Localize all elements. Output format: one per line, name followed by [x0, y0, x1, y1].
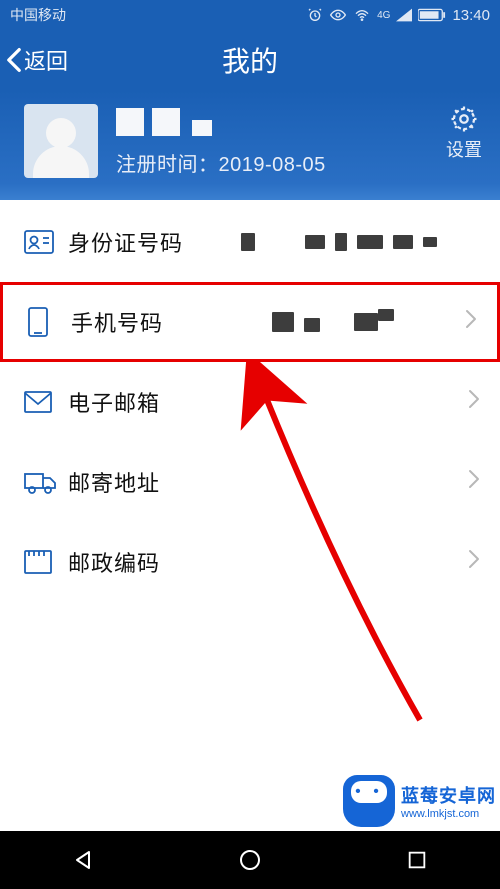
nav-recent-button[interactable] — [334, 849, 499, 871]
mail-icon — [24, 391, 52, 413]
status-icons: 4G 13:40 — [307, 7, 490, 24]
chevron-right-icon — [468, 548, 480, 576]
profile-banner: 注册时间：2019-08-05 设置 — [0, 90, 500, 200]
watermark-title: 蓝莓安卓网 — [401, 782, 496, 808]
page-title: 我的 — [0, 40, 500, 80]
postcode-icon — [24, 550, 52, 574]
watermark: 蓝莓安卓网 www.lmkjst.com — [343, 775, 496, 827]
back-label: 返回 — [24, 44, 68, 76]
profile-name — [116, 108, 326, 136]
row-address[interactable]: 邮寄地址 — [0, 442, 500, 522]
reg-prefix: 注册时间： — [116, 154, 219, 176]
profile-info: 注册时间：2019-08-05 — [116, 104, 326, 177]
status-bar: 中国移动 4G 13:40 — [0, 0, 500, 30]
gear-icon — [449, 104, 479, 134]
carrier-label: 中国移动 — [10, 5, 307, 25]
watermark-logo-icon — [343, 775, 395, 827]
row-label: 邮寄地址 — [68, 466, 188, 498]
settings-button[interactable]: 设置 — [446, 104, 482, 162]
phone-value — [191, 312, 465, 332]
row-label: 邮政编码 — [68, 546, 188, 578]
clock-label: 13:40 — [452, 7, 490, 24]
signal-icon — [396, 8, 412, 22]
truck-icon — [24, 470, 56, 494]
avatar[interactable] — [24, 104, 98, 178]
back-button[interactable]: 返回 — [0, 44, 68, 76]
chevron-left-icon — [6, 47, 22, 73]
watermark-url: www.lmkjst.com — [401, 808, 496, 820]
reg-date: 2019-08-05 — [219, 154, 326, 176]
chevron-right-icon — [465, 308, 477, 336]
info-card: 身份证号码 手机号码 电子邮箱 — [0, 198, 500, 602]
row-id-card[interactable]: 身份证号码 — [0, 202, 500, 282]
id-card-value — [188, 233, 480, 251]
wifi-icon — [353, 7, 371, 23]
chevron-right-icon — [468, 468, 480, 496]
row-label: 电子邮箱 — [68, 386, 188, 418]
row-phone[interactable]: 手机号码 — [0, 282, 500, 362]
row-label: 身份证号码 — [68, 226, 188, 258]
network-label: 4G — [377, 10, 390, 21]
battery-icon — [418, 8, 446, 22]
chevron-right-icon — [468, 388, 480, 416]
row-email[interactable]: 电子邮箱 — [0, 362, 500, 442]
alarm-icon — [307, 7, 323, 23]
square-recent-icon — [406, 849, 428, 871]
header-nav: 返回 我的 — [0, 30, 500, 90]
phone-icon — [27, 307, 49, 337]
row-label: 手机号码 — [71, 306, 191, 338]
eye-icon — [329, 7, 347, 23]
triangle-back-icon — [71, 848, 95, 872]
circle-home-icon — [238, 848, 262, 872]
registration-line: 注册时间：2019-08-05 — [116, 148, 326, 177]
row-postcode[interactable]: 邮政编码 — [0, 522, 500, 602]
id-card-icon — [24, 230, 54, 254]
android-soft-nav — [0, 831, 500, 889]
nav-home-button[interactable] — [167, 848, 332, 872]
settings-label: 设置 — [446, 140, 482, 160]
nav-back-button[interactable] — [1, 848, 166, 872]
